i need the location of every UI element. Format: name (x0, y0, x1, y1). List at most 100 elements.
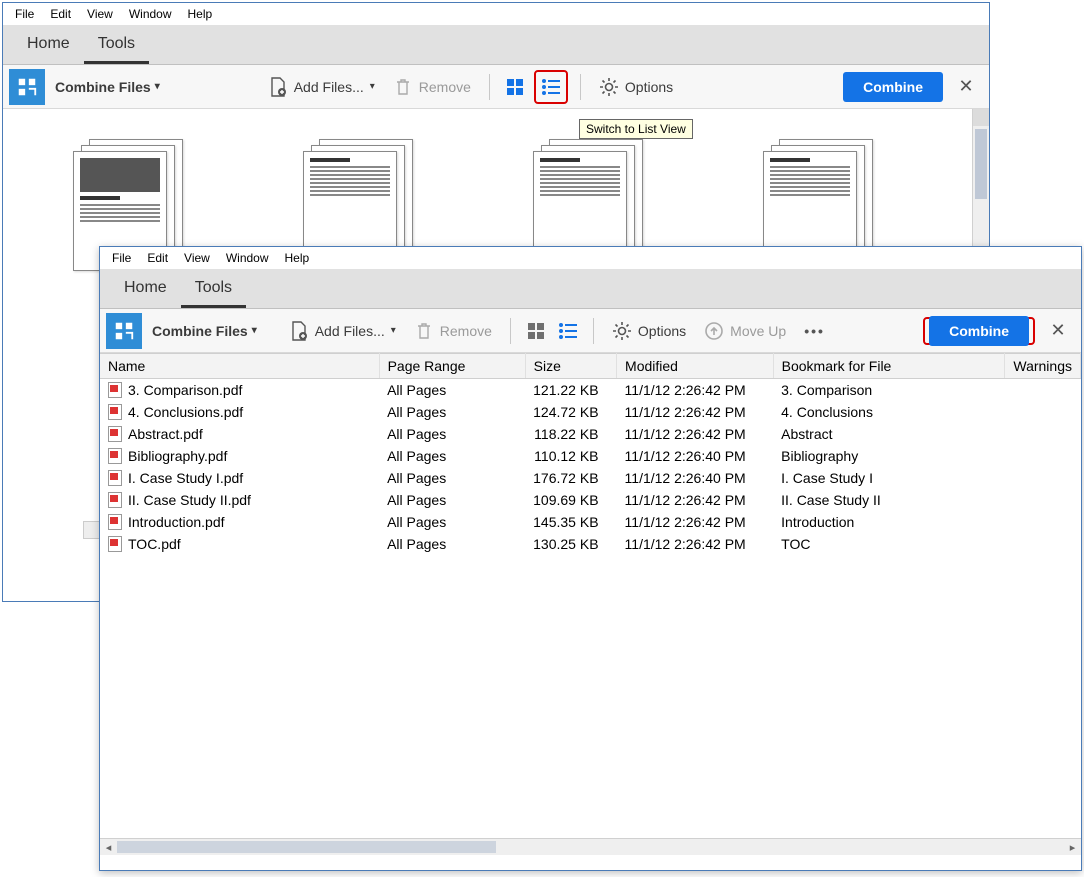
toolbar-separator (510, 318, 511, 344)
move-up-button: Move Up (698, 317, 792, 345)
menubar: File Edit View Window Help (3, 3, 989, 25)
menu-edit[interactable]: Edit (42, 5, 79, 23)
menu-file[interactable]: File (104, 249, 139, 267)
cell-name: 4. Conclusions.pdf (100, 401, 379, 423)
menu-help[interactable]: Help (180, 5, 221, 23)
list-view-button[interactable] (555, 318, 581, 344)
table-row[interactable]: TOC.pdfAll Pages130.25 KB11/1/12 2:26:42… (100, 533, 1081, 555)
toolbar-separator (489, 74, 490, 100)
col-name[interactable]: Name (100, 354, 379, 379)
gear-icon (599, 77, 619, 97)
tab-home[interactable]: Home (110, 269, 181, 308)
cell-bookmark: I. Case Study I (773, 467, 1005, 489)
gear-icon (612, 321, 632, 341)
cell-size: 110.12 KB (525, 445, 616, 467)
combine-button[interactable]: Combine (843, 72, 943, 102)
scroll-right-icon[interactable]: ▸ (1064, 841, 1081, 854)
table-row[interactable]: Abstract.pdfAll Pages118.22 KB11/1/12 2:… (100, 423, 1081, 445)
menu-edit[interactable]: Edit (139, 249, 176, 267)
cell-size: 109.69 KB (525, 489, 616, 511)
options-button[interactable]: Options (606, 317, 692, 345)
menu-view[interactable]: View (176, 249, 218, 267)
options-button[interactable]: Options (593, 73, 679, 101)
thumbnail-view-button[interactable] (523, 318, 549, 344)
cell-modified: 11/1/12 2:26:42 PM (617, 533, 774, 555)
pdf-icon (108, 448, 122, 464)
menu-view[interactable]: View (79, 5, 121, 23)
tabbar: Home Tools (100, 269, 1081, 309)
cell-warnings (1005, 401, 1081, 423)
remove-button: Remove (408, 317, 498, 345)
cell-range: All Pages (379, 511, 525, 533)
remove-button: Remove (387, 73, 477, 101)
add-file-icon (289, 321, 309, 341)
col-modified[interactable]: Modified (617, 354, 774, 379)
table-row[interactable]: Introduction.pdfAll Pages145.35 KB11/1/1… (100, 511, 1081, 533)
menu-file[interactable]: File (7, 5, 42, 23)
close-panel-button[interactable]: ✕ (1041, 320, 1075, 341)
list-view-button[interactable] (538, 74, 564, 100)
add-files-button[interactable]: Add Files... ▾ (262, 73, 381, 101)
trash-icon (393, 77, 413, 97)
cell-range: All Pages (379, 379, 525, 402)
cell-modified: 11/1/12 2:26:42 PM (617, 511, 774, 533)
cell-range: All Pages (379, 423, 525, 445)
close-panel-button[interactable]: ✕ (949, 76, 983, 97)
move-up-label: Move Up (730, 323, 786, 339)
cell-name: Abstract.pdf (100, 423, 379, 445)
cell-size: 118.22 KB (525, 423, 616, 445)
cell-modified: 11/1/12 2:26:42 PM (617, 379, 774, 402)
toolbar-front: Combine Files ▾ Add Files... ▾ Remove (100, 309, 1081, 353)
cell-modified: 11/1/12 2:26:42 PM (617, 401, 774, 423)
table-row[interactable]: Bibliography.pdfAll Pages110.12 KB11/1/1… (100, 445, 1081, 467)
add-files-button[interactable]: Add Files... ▾ (283, 317, 402, 345)
cell-bookmark: Introduction (773, 511, 1005, 533)
combine-files-badge-icon (9, 69, 45, 105)
cell-name: Bibliography.pdf (100, 445, 379, 467)
col-warnings[interactable]: Warnings (1005, 354, 1081, 379)
col-bookmark[interactable]: Bookmark for File (773, 354, 1005, 379)
cell-warnings (1005, 379, 1081, 402)
add-files-label: Add Files... (315, 323, 385, 339)
menu-window[interactable]: Window (218, 249, 277, 267)
cell-bookmark: TOC (773, 533, 1005, 555)
tab-home[interactable]: Home (13, 25, 84, 64)
table-row[interactable]: 3. Comparison.pdfAll Pages121.22 KB11/1/… (100, 379, 1081, 402)
scroll-left-icon[interactable]: ◂ (100, 841, 117, 854)
cell-name: Introduction.pdf (100, 511, 379, 533)
combine-button[interactable]: Combine (929, 316, 1029, 346)
thumbnail-view-button[interactable] (502, 74, 528, 100)
table-row[interactable]: I. Case Study I.pdfAll Pages176.72 KB11/… (100, 467, 1081, 489)
options-label: Options (638, 323, 686, 339)
more-actions-button[interactable]: ••• (798, 319, 831, 343)
cell-warnings (1005, 445, 1081, 467)
menu-help[interactable]: Help (277, 249, 318, 267)
pdf-icon (108, 426, 122, 442)
combine-button-highlight: Combine (923, 317, 1035, 345)
table-row[interactable]: II. Case Study II.pdfAll Pages109.69 KB1… (100, 489, 1081, 511)
cell-bookmark: Abstract (773, 423, 1005, 445)
col-pagerange[interactable]: Page Range (379, 354, 525, 379)
horizontal-scrollbar[interactable]: ◂ ▸ (100, 838, 1081, 855)
cell-bookmark: II. Case Study II (773, 489, 1005, 511)
cell-range: All Pages (379, 445, 525, 467)
list-view-highlight (534, 70, 568, 104)
col-size[interactable]: Size (525, 354, 616, 379)
ellipsis-icon: ••• (804, 323, 825, 339)
tab-tools[interactable]: Tools (84, 25, 149, 64)
combine-files-label[interactable]: Combine Files ▾ (55, 79, 160, 95)
remove-label: Remove (440, 323, 492, 339)
cell-bookmark: 4. Conclusions (773, 401, 1005, 423)
table-row[interactable]: 4. Conclusions.pdfAll Pages124.72 KB11/1… (100, 401, 1081, 423)
pdf-icon (108, 514, 122, 530)
combine-files-text: Combine Files (152, 323, 248, 339)
cell-modified: 11/1/12 2:26:42 PM (617, 489, 774, 511)
cell-name: I. Case Study I.pdf (100, 467, 379, 489)
combine-files-label[interactable]: Combine Files ▾ (152, 323, 257, 339)
add-file-icon (268, 77, 288, 97)
chevron-down-icon: ▾ (370, 81, 375, 92)
add-files-label: Add Files... (294, 79, 364, 95)
menu-window[interactable]: Window (121, 5, 180, 23)
cell-warnings (1005, 489, 1081, 511)
tab-tools[interactable]: Tools (181, 269, 246, 308)
